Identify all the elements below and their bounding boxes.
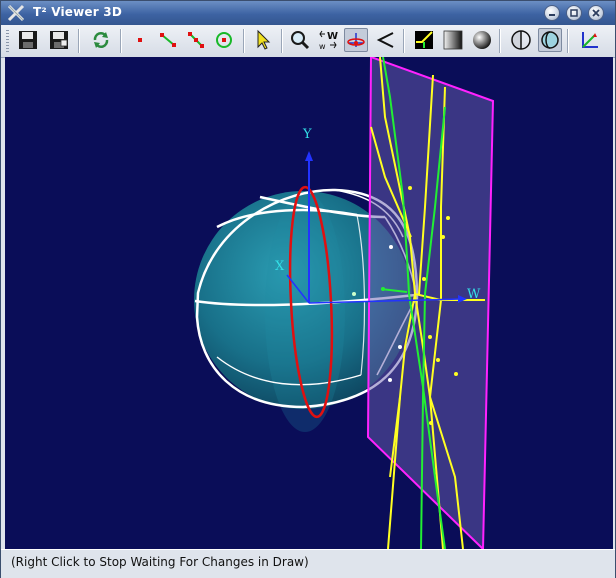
show-circle-button[interactable] (212, 28, 236, 52)
axes-icon (582, 32, 598, 48)
segment-icon (160, 33, 176, 47)
select-tool-button[interactable] (251, 28, 275, 52)
maximize-icon[interactable] (566, 5, 582, 21)
minimize-icon[interactable] (544, 5, 560, 21)
rotate-w-button[interactable]: Ww (316, 28, 340, 52)
projection-icon (541, 31, 559, 49)
toolbar-separator (403, 29, 405, 53)
x-axis-label: X (275, 259, 285, 274)
toolbar-separator (120, 29, 122, 53)
sphere-shading-button[interactable] (470, 28, 494, 52)
wire-icon (415, 31, 433, 49)
toolbar: Ww (1, 25, 615, 58)
w-axis-label: W (467, 287, 481, 302)
perspective-button[interactable] (374, 28, 398, 52)
toolbar-separator (567, 29, 569, 53)
show-polyline-button[interactable] (184, 28, 208, 52)
save-as-button[interactable] (47, 28, 71, 52)
axes-rotate-icon (347, 33, 365, 47)
red-points-icon (138, 38, 142, 42)
title-bar[interactable]: T² Viewer 3D (1, 1, 615, 25)
rotate-w-icon: Ww (319, 30, 338, 51)
close-icon[interactable] (588, 5, 604, 21)
viewer-window: T² Viewer 3D W w Y X W (Right Click to S… (0, 0, 616, 578)
floppy-disk-icon (50, 31, 68, 49)
status-message: (Right Click to Stop Waiting For Changes… (11, 555, 309, 569)
zoom-button[interactable] (288, 28, 312, 52)
floppy-disk-icon (19, 31, 37, 49)
toolbar-separator (78, 29, 80, 53)
svg-text:W: W (327, 31, 338, 42)
axes-button[interactable] (578, 28, 602, 52)
window-title: T² Viewer 3D (33, 5, 122, 19)
toolbar-separator (499, 29, 501, 53)
wireframe-button[interactable] (412, 28, 436, 52)
status-bar: (Right Click to Stop Waiting For Changes… (1, 549, 615, 578)
projection-b-button[interactable] (538, 28, 562, 52)
x-logo-icon[interactable] (7, 4, 25, 22)
projection-a-button[interactable] (509, 28, 533, 52)
viewport-3d-canvas[interactable]: Y X W (5, 57, 613, 549)
show-points-button[interactable] (128, 28, 152, 52)
show-segments-button[interactable] (156, 28, 180, 52)
polyline-icon (188, 32, 204, 48)
save-button[interactable] (16, 28, 40, 52)
toolbar-separator (281, 29, 283, 53)
toolbar-grip[interactable] (6, 30, 9, 52)
sphere-shade-icon (473, 31, 491, 49)
gradient-shading-button[interactable] (441, 28, 465, 52)
green-circle-icon (216, 32, 232, 48)
refresh-icon (93, 32, 109, 48)
rotate-xyz-button[interactable] (344, 28, 368, 52)
toolbar-separator (243, 29, 245, 53)
gradient-icon (443, 30, 463, 50)
svg-text:w: w (319, 42, 326, 51)
angle-icon (376, 32, 394, 48)
magnifier-icon (291, 31, 310, 50)
arrow-pointer-icon (257, 29, 271, 50)
y-axis-label: Y (302, 127, 312, 142)
refresh-button[interactable] (89, 28, 113, 52)
projection-icon (511, 30, 531, 50)
